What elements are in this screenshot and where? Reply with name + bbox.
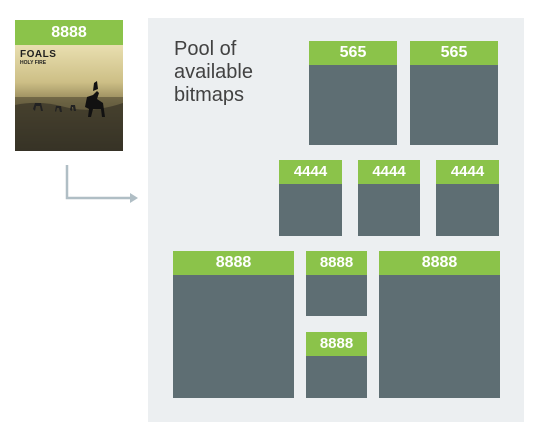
bitmap-format-tag: 4444 [358, 160, 420, 184]
bitmap-format-tag: 8888 [306, 332, 367, 356]
bitmap-format-tag: 4444 [279, 160, 342, 184]
bitmap-4444: 4444 [358, 160, 420, 236]
bitmap-format-tag: 565 [309, 41, 397, 65]
bitmap-format-tag: 4444 [436, 160, 499, 184]
album-title: HOLY FIRE [20, 60, 47, 66]
arrow-icon [65, 165, 138, 203]
album-cover-image: FOALS HOLY FIRE [15, 45, 123, 151]
pool-label-line: Pool of [174, 38, 237, 60]
source-bitmap-card: 8888 FOALS HOLY FIRE [15, 20, 123, 151]
bitmap-format-tag: 8888 [306, 251, 367, 275]
bitmap-565: 565 [309, 41, 397, 145]
bitmap-8888-large: 8888 [173, 251, 294, 398]
pool-label-line: bitmaps [174, 84, 245, 106]
bitmap-8888-small: 8888 [306, 332, 367, 398]
bitmap-format-tag: 565 [410, 41, 498, 65]
pool-label-line: available [174, 61, 253, 83]
bitmap-565: 565 [410, 41, 498, 145]
bitmap-8888-large: 8888 [379, 251, 500, 398]
bitmap-4444: 4444 [279, 160, 342, 236]
bitmap-format-tag: 8888 [379, 251, 500, 275]
pool-label: Pool of available bitmaps [174, 38, 294, 107]
album-band-name: FOALS [20, 49, 57, 60]
bitmap-format-tag: 8888 [173, 251, 294, 275]
source-format-tag: 8888 [15, 20, 123, 45]
bitmap-8888-small: 8888 [306, 251, 367, 316]
bitmap-4444: 4444 [436, 160, 499, 236]
